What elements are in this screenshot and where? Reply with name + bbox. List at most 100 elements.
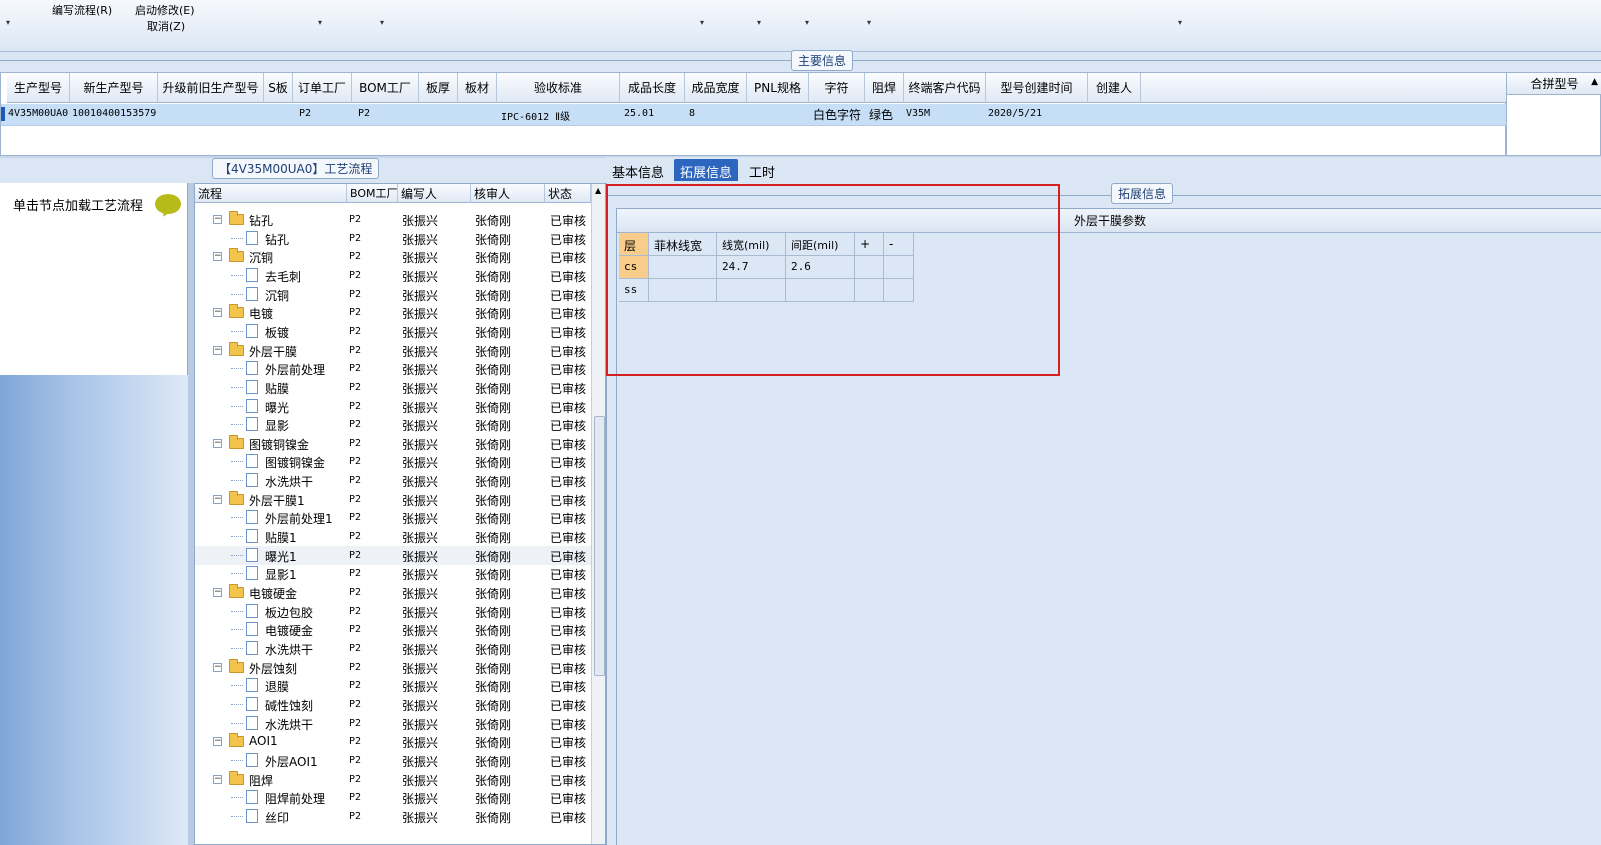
tree-row[interactable]: 沉铜 P2 张振兴 张倚刚 已审核: [195, 285, 591, 304]
collapse-toggle-icon[interactable]: −: [213, 737, 222, 747]
tree-row[interactable]: − 钻孔 P2 张振兴 张倚刚 已审核: [195, 210, 591, 229]
collapse-toggle-icon[interactable]: −: [213, 308, 222, 318]
scroll-up-icon[interactable]: ▲: [1591, 77, 1598, 87]
start-modify-button[interactable]: 启动修改(E): [135, 2, 195, 18]
tree-row[interactable]: − 电镀 P2 张振兴 张倚刚 已审核: [195, 303, 591, 322]
tree-row[interactable]: 去毛刺 P2 张振兴 张倚刚 已审核: [195, 266, 591, 285]
tree-row[interactable]: 板镀 P2 张振兴 张倚刚 已审核: [195, 322, 591, 341]
col-9[interactable]: 成品长度: [620, 73, 685, 103]
collapse-toggle-icon[interactable]: −: [213, 662, 222, 672]
col-12[interactable]: 字符: [809, 73, 865, 103]
scroll-thumb[interactable]: [594, 416, 605, 676]
scroll-up-icon[interactable]: ▲: [595, 186, 601, 195]
write-process-button[interactable]: 编写流程(R): [52, 2, 112, 18]
collapse-toggle-icon[interactable]: −: [213, 774, 222, 784]
tree-cell-bom: P2: [349, 493, 362, 505]
tree-cell-writer: 张振兴: [402, 400, 439, 415]
tree-row[interactable]: − 外层干膜1 P2 张振兴 张倚刚 已审核: [195, 490, 591, 509]
tree-row[interactable]: − 电镀硬金 P2 张振兴 张倚刚 已审核: [195, 583, 591, 602]
dropdown-arrow-icon[interactable]: ▾: [1178, 18, 1182, 27]
tree-row[interactable]: 板边包胶 P2 张振兴 张倚刚 已审核: [195, 602, 591, 621]
tree-row[interactable]: 碱性蚀刻 P2 张振兴 张倚刚 已审核: [195, 695, 591, 714]
col-writer[interactable]: 编写人: [398, 184, 471, 203]
tree-row[interactable]: 贴膜 P2 张振兴 张倚刚 已审核: [195, 378, 591, 397]
tab-extended-info[interactable]: 拓展信息: [674, 159, 739, 181]
tree-row[interactable]: − 外层蚀刻 P2 张振兴 张倚刚 已审核: [195, 658, 591, 677]
col-7[interactable]: 板材: [458, 73, 497, 103]
collapse-toggle-icon[interactable]: −: [213, 494, 222, 504]
tree-row[interactable]: 丝印 P2 张振兴 张倚刚 已审核: [195, 807, 591, 826]
dropdown-arrow-icon[interactable]: ▾: [805, 18, 809, 27]
document-icon: [246, 473, 258, 488]
col-14[interactable]: 终端客户代码: [904, 73, 986, 103]
main-info-row[interactable]: [1, 104, 1507, 126]
col-2[interactable]: 升级前旧生产型号: [158, 73, 264, 103]
tree-row[interactable]: 退膜 P2 张振兴 张倚刚 已审核: [195, 676, 591, 695]
col-15[interactable]: 型号创建时间: [986, 73, 1088, 103]
tree-cell-bom: P2: [349, 251, 362, 263]
col-16[interactable]: 创建人: [1088, 73, 1141, 103]
tree-scrollbar[interactable]: ▲: [591, 184, 605, 844]
tree-row[interactable]: 电镀硬金 P2 张振兴 张倚刚 已审核: [195, 620, 591, 639]
tree-node-label: 外层干膜1: [249, 493, 305, 508]
collapse-toggle-icon[interactable]: −: [213, 588, 222, 597]
tree-row[interactable]: 水洗烘干 P2 张振兴 张倚刚 已审核: [195, 471, 591, 490]
col-0[interactable]: 生产型号: [7, 73, 70, 103]
tree-row[interactable]: 曝光1 P2 张振兴 张倚刚 已审核: [195, 545, 591, 565]
collapse-toggle-icon[interactable]: −: [213, 345, 222, 355]
col-process[interactable]: 流程: [195, 184, 347, 203]
cell-12: 白色字符: [813, 108, 862, 122]
tree-row[interactable]: − AOI1 P2 张振兴 张倚刚 已审核: [195, 732, 591, 751]
tree-row[interactable]: 显影 P2 张振兴 张倚刚 已审核: [195, 415, 591, 434]
col-11[interactable]: PNL规格: [747, 73, 809, 103]
dropdown-arrow-icon[interactable]: ▾: [757, 18, 761, 27]
col-3[interactable]: S板: [264, 73, 293, 103]
tree-row[interactable]: 外层前处理1 P2 张振兴 张倚刚 已审核: [195, 508, 591, 527]
cell-5: P2: [358, 108, 371, 119]
collapse-toggle-icon[interactable]: −: [213, 252, 222, 262]
tab-work-hours[interactable]: 工时: [743, 159, 781, 181]
col-1[interactable]: 新生产型号: [70, 73, 158, 103]
tree-row[interactable]: 阻焊前处理 P2 张振兴 张倚刚 已审核: [195, 788, 591, 807]
col-4[interactable]: 订单工厂: [293, 73, 352, 103]
dropdown-arrow-icon[interactable]: ▾: [6, 18, 10, 27]
col-13[interactable]: 阻焊: [865, 73, 904, 103]
tree-row[interactable]: − 沉铜 P2 张振兴 张倚刚 已审核: [195, 247, 591, 266]
col-bom-factory[interactable]: BOM工厂: [347, 184, 398, 203]
col-reviewer[interactable]: 核审人: [471, 184, 545, 203]
process-tree: 流程 BOM工厂 编写人 核审人 状态 − 钻孔 P2 张振兴 张倚刚 已审核 钻孔 P2 张振…: [194, 183, 606, 845]
tree-row[interactable]: 曝光 P2 张振兴 张倚刚 已审核: [195, 397, 591, 416]
tree-row[interactable]: 水洗烘干 P2 张振兴 张倚刚 已审核: [195, 639, 591, 658]
dropdown-arrow-icon[interactable]: ▾: [867, 18, 871, 27]
col-status[interactable]: 状态: [545, 184, 591, 203]
tree-row[interactable]: 显影1 P2 张振兴 张倚刚 已审核: [195, 564, 591, 583]
document-icon: [246, 361, 258, 376]
tree-row[interactable]: 水洗烘干 P2 张振兴 张倚刚 已审核: [195, 714, 591, 733]
dropdown-arrow-icon[interactable]: ▾: [318, 18, 322, 27]
tree-row[interactable]: − 阻焊 P2 张振兴 张倚刚 已审核: [195, 770, 591, 789]
tree-row[interactable]: − 外层干膜 P2 张振兴 张倚刚 已审核: [195, 341, 591, 360]
collapse-toggle-icon[interactable]: −: [213, 438, 222, 448]
collapse-toggle-icon[interactable]: −: [213, 215, 222, 224]
tree-node-label: 阻焊: [249, 773, 274, 788]
tree-row[interactable]: 外层AOI1 P2 张振兴 张倚刚 已审核: [195, 751, 591, 770]
col-5[interactable]: BOM工厂: [352, 73, 419, 103]
tree-row[interactable]: 外层前处理 P2 张振兴 张倚刚 已审核: [195, 359, 591, 378]
tree-cell-status: 已审核: [550, 381, 587, 396]
col-8[interactable]: 验收标准: [497, 73, 620, 103]
tree-connector: [231, 274, 243, 276]
tab-basic-info[interactable]: 基本信息: [606, 159, 670, 181]
merge-header: 合拼型号: [1507, 73, 1601, 95]
dropdown-arrow-icon[interactable]: ▾: [700, 18, 704, 27]
dropdown-arrow-icon[interactable]: ▾: [380, 18, 384, 27]
load-process-label[interactable]: 单击节点加载工艺流程: [13, 195, 143, 214]
tree-row[interactable]: 贴膜1 P2 张振兴 张倚刚 已审核: [195, 527, 591, 546]
col-6[interactable]: 板厚: [419, 73, 458, 103]
col-10[interactable]: 成品宽度: [685, 73, 747, 103]
tree-cell-reviewer: 张倚刚: [475, 549, 512, 564]
chat-bubble-icon[interactable]: [155, 194, 181, 214]
tree-row[interactable]: 图镀铜镍金 P2 张振兴 张倚刚 已审核: [195, 452, 591, 471]
cancel-button[interactable]: 取消(Z): [147, 18, 185, 34]
tree-row[interactable]: 钻孔 P2 张振兴 张倚刚 已审核: [195, 229, 591, 248]
tree-row[interactable]: − 图镀铜镍金 P2 张振兴 张倚刚 已审核: [195, 434, 591, 453]
